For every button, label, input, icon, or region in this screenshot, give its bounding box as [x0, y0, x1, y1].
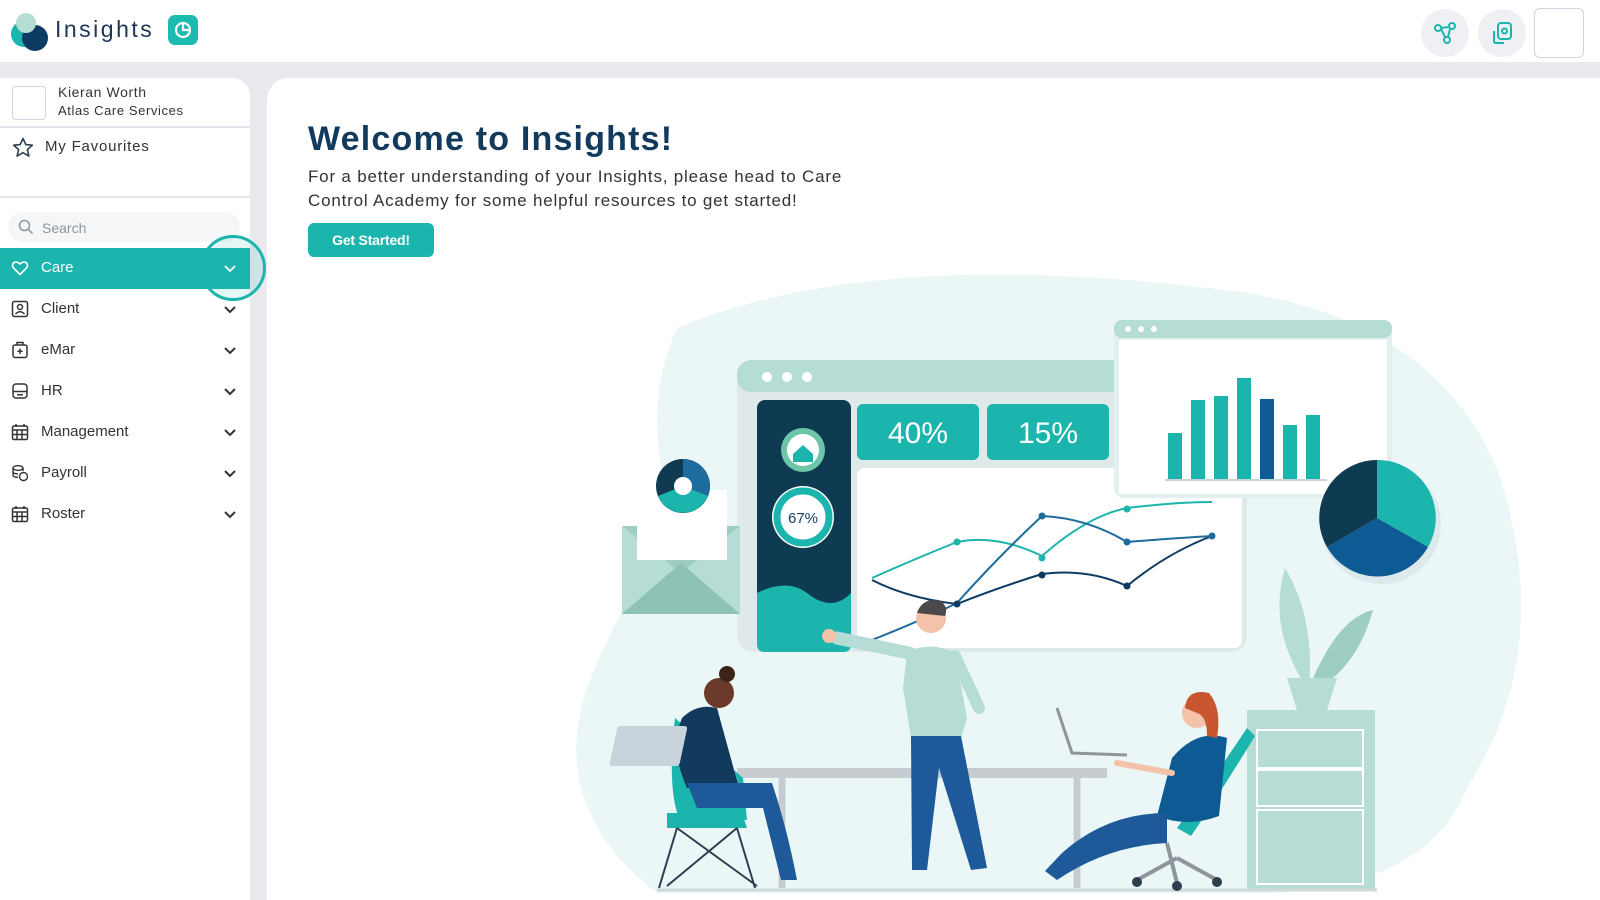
calendar-icon — [11, 424, 29, 441]
insights-logo[interactable] — [6, 10, 50, 54]
device-link-icon — [1493, 22, 1512, 44]
sidebar: Kieran Worth Atlas Care Services My Favo… — [0, 78, 250, 900]
page-title: Welcome to Insights! — [308, 120, 674, 158]
device-link-button[interactable] — [1478, 9, 1526, 57]
calendar-icon — [11, 506, 29, 523]
main-panel: Welcome to Insights! For a better unders… — [267, 78, 1600, 900]
sidebar-item-label: Payroll — [41, 464, 87, 481]
chevron-down-icon[interactable] — [223, 507, 237, 521]
share-network-button[interactable] — [1421, 9, 1469, 57]
favourites-label: My Favourites — [45, 138, 150, 155]
sidebar-item-label: Roster — [41, 505, 86, 522]
stat-one: 40% — [888, 417, 948, 450]
user-profile[interactable]: Kieran Worth Atlas Care Services — [0, 78, 250, 128]
brand-name: Insights — [55, 16, 155, 42]
sidebar-item-hr[interactable]: HR — [0, 371, 250, 412]
star-icon — [12, 137, 34, 157]
sidebar-item-label: HR — [41, 382, 63, 399]
sidebar-item-label: Client — [41, 300, 80, 317]
welcome-illustration: 67% 40% 15% — [576, 274, 1521, 894]
share-network-icon — [1434, 22, 1456, 44]
chevron-down-icon[interactable] — [223, 425, 237, 439]
top-bar: Insights — [0, 0, 1600, 62]
gauge-value: 67% — [788, 510, 818, 527]
sidebar-item-label: Management — [41, 423, 129, 440]
user-organisation: Atlas Care Services — [58, 103, 184, 118]
get-started-button[interactable]: Get Started! — [308, 223, 434, 257]
search-box — [8, 212, 240, 242]
onboarding-highlight-ring — [200, 235, 266, 301]
sidebar-item-emar[interactable]: eMar — [0, 330, 250, 371]
chevron-down-icon[interactable] — [223, 302, 237, 316]
chevron-down-icon[interactable] — [223, 343, 237, 357]
intro-text: For a better understanding of your Insig… — [308, 165, 908, 213]
sidebar-item-roster[interactable]: Roster — [0, 494, 250, 535]
search-icon — [18, 219, 34, 235]
account-avatar[interactable] — [1534, 8, 1584, 58]
client-icon — [11, 300, 29, 318]
user-name: Kieran Worth — [58, 84, 147, 100]
search-input[interactable] — [40, 215, 234, 241]
chevron-down-icon[interactable] — [223, 466, 237, 480]
stat-two: 15% — [1018, 417, 1078, 450]
sidebar-item-management[interactable]: Management — [0, 412, 250, 453]
sidebar-item-payroll[interactable]: Payroll — [0, 453, 250, 494]
intro-line-1: For a better understanding of your Insig… — [308, 167, 843, 186]
intro-line-2: Control Academy for some helpful resourc… — [308, 191, 798, 210]
sidebar-item-label: eMar — [41, 341, 76, 358]
sidebar-item-label: Care — [41, 259, 74, 276]
coins-icon — [12, 465, 29, 482]
sidebar-item-client[interactable]: Client — [0, 289, 250, 330]
chevron-down-icon[interactable] — [223, 384, 237, 398]
my-favourites-link[interactable]: My Favourites — [0, 128, 250, 198]
insights-badge-icon — [168, 15, 198, 45]
heart-icon — [11, 261, 29, 276]
medicine-icon — [12, 341, 28, 359]
hr-icon — [12, 383, 28, 399]
avatar — [12, 86, 46, 120]
